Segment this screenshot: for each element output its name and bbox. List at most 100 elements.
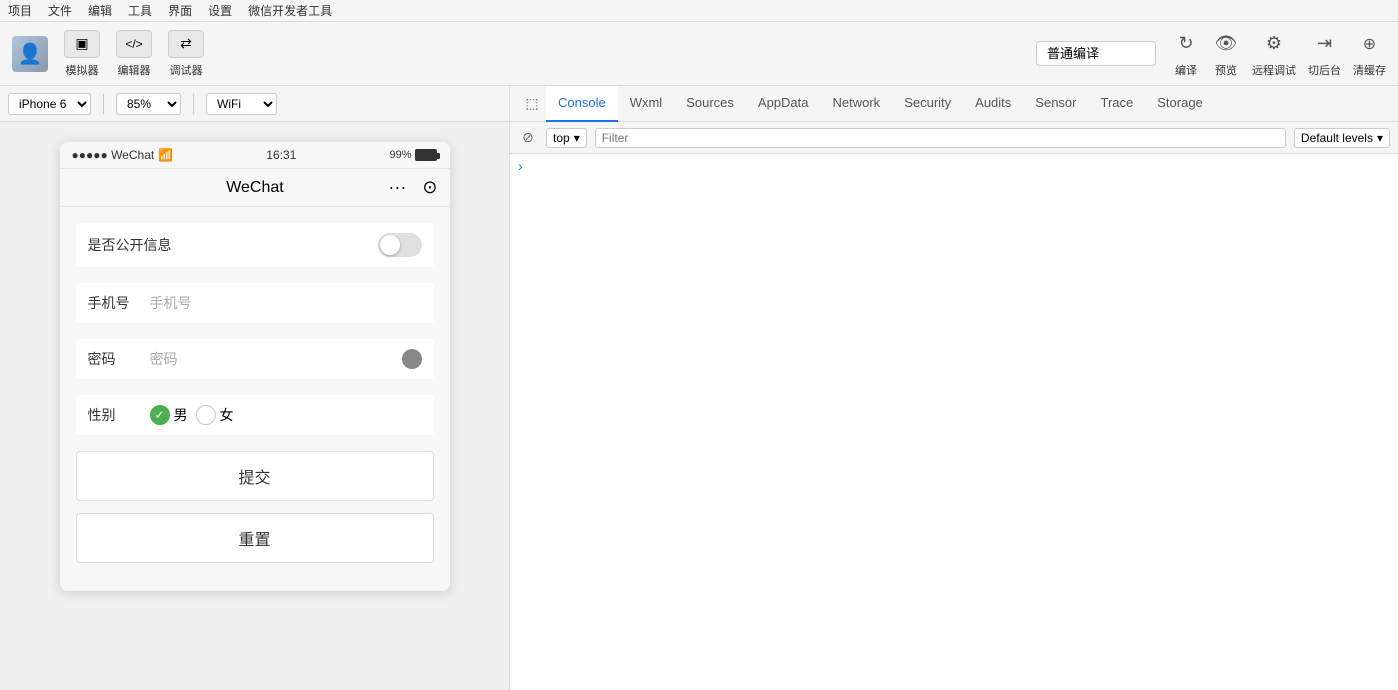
tab-trace[interactable]: Trace [1089, 86, 1146, 122]
tab-audits[interactable]: Audits [963, 86, 1023, 122]
menu-bar: 项目 文件 编辑 工具 界面 设置 微信开发者工具 [0, 0, 1398, 22]
public-info-row: 是否公开信息 [76, 223, 434, 267]
password-label: 密码 [88, 349, 138, 369]
compile-button[interactable]: ↻ 编译 [1172, 30, 1200, 78]
gender-male-radio[interactable] [150, 405, 170, 425]
tab-network[interactable]: Network [821, 86, 893, 122]
editor-icon: </> [116, 30, 152, 58]
switch-backend-button[interactable]: ⇥ 切后台 [1308, 30, 1341, 78]
wifi-icon: 📶 [158, 148, 173, 162]
console-toolbar: ⊘ top ▾ Default levels ▾ [510, 122, 1398, 154]
device-model-select[interactable]: iPhone 6 iPhone 7 iPhone 8 iPhone X [8, 93, 91, 115]
tab-sources[interactable]: Sources [674, 86, 746, 122]
clear-cache-label: 清缓存 [1353, 62, 1386, 78]
preview-button[interactable]: 👁 预览 [1212, 30, 1240, 78]
camera-icon[interactable]: ⊙ [422, 177, 437, 198]
device-divider-1 [103, 94, 104, 114]
menu-item-tools[interactable]: 工具 [128, 2, 152, 19]
gender-female-radio[interactable] [196, 405, 216, 425]
editor-button[interactable]: </> 编辑器 [116, 30, 152, 78]
debugger-icon: ⇄ [168, 30, 204, 58]
gender-label: 性别 [88, 405, 138, 425]
switch-backend-icon: ⇥ [1311, 30, 1339, 58]
debugger-button[interactable]: ⇄ 调试器 [168, 30, 204, 78]
menu-item-file[interactable]: 文件 [48, 2, 72, 19]
clear-cache-button[interactable]: ⊕ 清缓存 [1353, 30, 1386, 78]
gender-male-option[interactable]: 男 [150, 405, 188, 425]
wechat-nav-bar: WeChat ··· ⊙ [60, 169, 450, 207]
menu-item-settings[interactable]: 设置 [208, 2, 232, 19]
reset-button[interactable]: 重置 [76, 513, 434, 563]
status-left: ●●●●● WeChat 📶 [72, 148, 174, 162]
simulator-icon: ▣ [64, 30, 100, 58]
debugger-label: 调试器 [170, 62, 203, 78]
compile-dropdown[interactable]: 普通编译 [1036, 41, 1156, 66]
menu-item-project[interactable]: 项目 [8, 2, 32, 19]
password-row: 密码 密码 [76, 339, 434, 379]
password-input-placeholder[interactable]: 密码 [150, 349, 178, 369]
submit-button[interactable]: 提交 [76, 451, 434, 501]
devtools-tab-bar: ⬚ Console Wxml Sources AppData Network S… [510, 86, 1398, 122]
compile-refresh-icon: ↻ [1172, 30, 1200, 58]
menu-item-edit[interactable]: 编辑 [88, 2, 112, 19]
remote-debug-button[interactable]: ⚙ 远程调试 [1252, 30, 1296, 78]
avatar [12, 36, 48, 72]
toolbar: ▣ 模拟器 </> 编辑器 ⇄ 调试器 普通编译 ↻ 编译 👁 预览 ⚙ 远程调… [0, 22, 1398, 86]
battery-icon [415, 149, 437, 161]
wechat-form-content: 是否公开信息 手机号 手机号 密码 [60, 207, 450, 591]
public-info-toggle[interactable] [378, 233, 422, 257]
avatar-image [12, 36, 48, 72]
tab-console[interactable]: Console [546, 86, 618, 122]
tab-sensor[interactable]: Sensor [1023, 86, 1088, 122]
remote-debug-label: 远程调试 [1252, 62, 1296, 78]
device-screen: ●●●●● WeChat 📶 16:31 99% WeChat ··· [60, 142, 450, 591]
device-screen-area: ●●●●● WeChat 📶 16:31 99% WeChat ··· [0, 122, 509, 690]
inspect-icon[interactable]: ⬚ [518, 86, 546, 122]
gender-female-label: 女 [220, 405, 234, 425]
devtools-panel: ⬚ Console Wxml Sources AppData Network S… [510, 86, 1398, 690]
context-caret-down-icon: ▾ [574, 131, 580, 145]
toolbar-right-buttons: ↻ 编译 👁 预览 ⚙ 远程调试 ⇥ 切后台 ⊕ 清缓存 [1172, 30, 1386, 78]
more-icon[interactable]: ··· [388, 177, 406, 198]
switch-backend-label: 切后台 [1308, 62, 1341, 78]
clear-cache-icon: ⊕ [1356, 30, 1384, 58]
tab-appdata[interactable]: AppData [746, 86, 821, 122]
console-caret[interactable]: › [518, 158, 523, 174]
nav-right: ··· ⊙ [388, 177, 437, 198]
tab-storage[interactable]: Storage [1145, 86, 1215, 122]
status-right: 99% [389, 149, 437, 161]
simulator-label: 模拟器 [66, 62, 99, 78]
block-button[interactable]: ⊘ [518, 128, 538, 148]
preview-icon: 👁 [1212, 30, 1240, 58]
menu-item-interface[interactable]: 界面 [168, 2, 192, 19]
menu-item-wechat-devtools[interactable]: 微信开发者工具 [248, 2, 332, 19]
network-select[interactable]: WiFi 4G 3G 2G 无网络 [206, 93, 277, 115]
level-caret-down-icon: ▾ [1377, 131, 1383, 145]
time-text: 16:31 [266, 148, 296, 162]
carrier-text: ●●●●● WeChat [72, 148, 155, 162]
device-divider-2 [193, 94, 194, 114]
tab-security[interactable]: Security [892, 86, 963, 122]
public-info-toggle-wrapper [378, 233, 422, 257]
main-area: iPhone 6 iPhone 7 iPhone 8 iPhone X 85% … [0, 86, 1398, 690]
tab-wxml[interactable]: Wxml [618, 86, 675, 122]
wechat-status-bar: ●●●●● WeChat 📶 16:31 99% [60, 142, 450, 169]
preview-label: 预览 [1215, 62, 1237, 78]
simulator-button[interactable]: ▣ 模拟器 [64, 30, 100, 78]
password-circle-icon [402, 349, 422, 369]
zoom-select[interactable]: 85% 100% 75% 50% [116, 93, 181, 115]
console-content: › [510, 154, 1398, 690]
gender-row: 性别 男 女 [76, 395, 434, 435]
gender-radio-group: 男 女 [150, 405, 234, 425]
gender-male-label: 男 [174, 405, 188, 425]
compile-label: 编译 [1175, 62, 1197, 78]
phone-input-placeholder[interactable]: 手机号 [150, 293, 192, 313]
filter-input[interactable] [595, 128, 1286, 148]
toggle-knob [380, 235, 400, 255]
level-select[interactable]: Default levels ▾ [1294, 128, 1390, 148]
remote-debug-icon: ⚙ [1260, 30, 1288, 58]
gender-female-option[interactable]: 女 [196, 405, 234, 425]
context-select[interactable]: top ▾ [546, 128, 587, 148]
phone-label: 手机号 [88, 293, 138, 313]
level-label: Default levels [1301, 131, 1373, 145]
